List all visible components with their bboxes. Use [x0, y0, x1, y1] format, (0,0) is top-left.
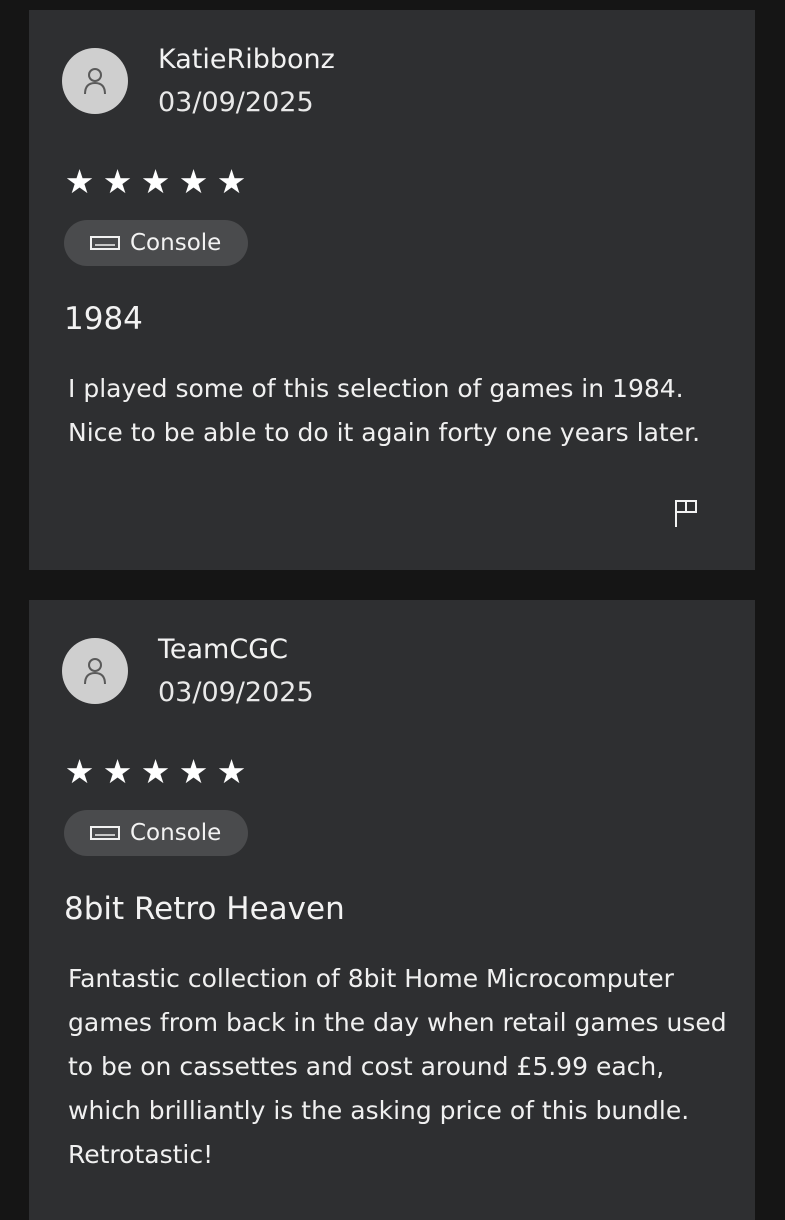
star-icon: ★: [178, 752, 209, 791]
console-icon: [90, 826, 120, 840]
review-card: TeamCGC 03/09/2025 ★ ★ ★ ★ ★ Console 8bi…: [29, 600, 755, 1220]
star-icon: ★: [216, 752, 247, 791]
star-rating: ★ ★ ★ ★ ★: [62, 162, 249, 202]
review-title: 8bit Retro Heaven: [64, 891, 345, 927]
console-icon: [90, 236, 120, 250]
star-icon: ★: [178, 162, 209, 201]
avatar[interactable]: [62, 48, 128, 114]
review-card: KatieRibbonz 03/09/2025 ★ ★ ★ ★ ★ Consol…: [29, 10, 755, 570]
platform-label: Console: [130, 230, 222, 256]
reviewer-name[interactable]: TeamCGC: [158, 633, 288, 667]
review-body: I played some of this selection of games…: [68, 374, 701, 447]
star-icon: ★: [64, 162, 95, 201]
review-date: 03/09/2025: [158, 87, 314, 118]
avatar[interactable]: [62, 638, 128, 704]
star-icon: ★: [140, 752, 171, 791]
review-date: 03/09/2025: [158, 677, 314, 708]
star-icon: ★: [216, 162, 247, 201]
flag-icon: [675, 500, 697, 527]
person-icon: [84, 658, 106, 685]
person-icon: [84, 68, 106, 95]
platform-badge: Console: [64, 220, 248, 266]
star-rating: ★ ★ ★ ★ ★: [62, 752, 249, 792]
review-body: Fantastic collection of 8bit Home Microc…: [68, 964, 727, 1169]
report-button[interactable]: [669, 496, 703, 530]
star-icon: ★: [102, 752, 133, 791]
star-icon: ★: [102, 162, 133, 201]
star-icon: ★: [64, 752, 95, 791]
star-icon: ★: [140, 162, 171, 201]
platform-label: Console: [130, 820, 222, 846]
reviewer-name[interactable]: KatieRibbonz: [158, 43, 335, 77]
review-title: 1984: [64, 301, 143, 337]
platform-badge: Console: [64, 810, 248, 856]
